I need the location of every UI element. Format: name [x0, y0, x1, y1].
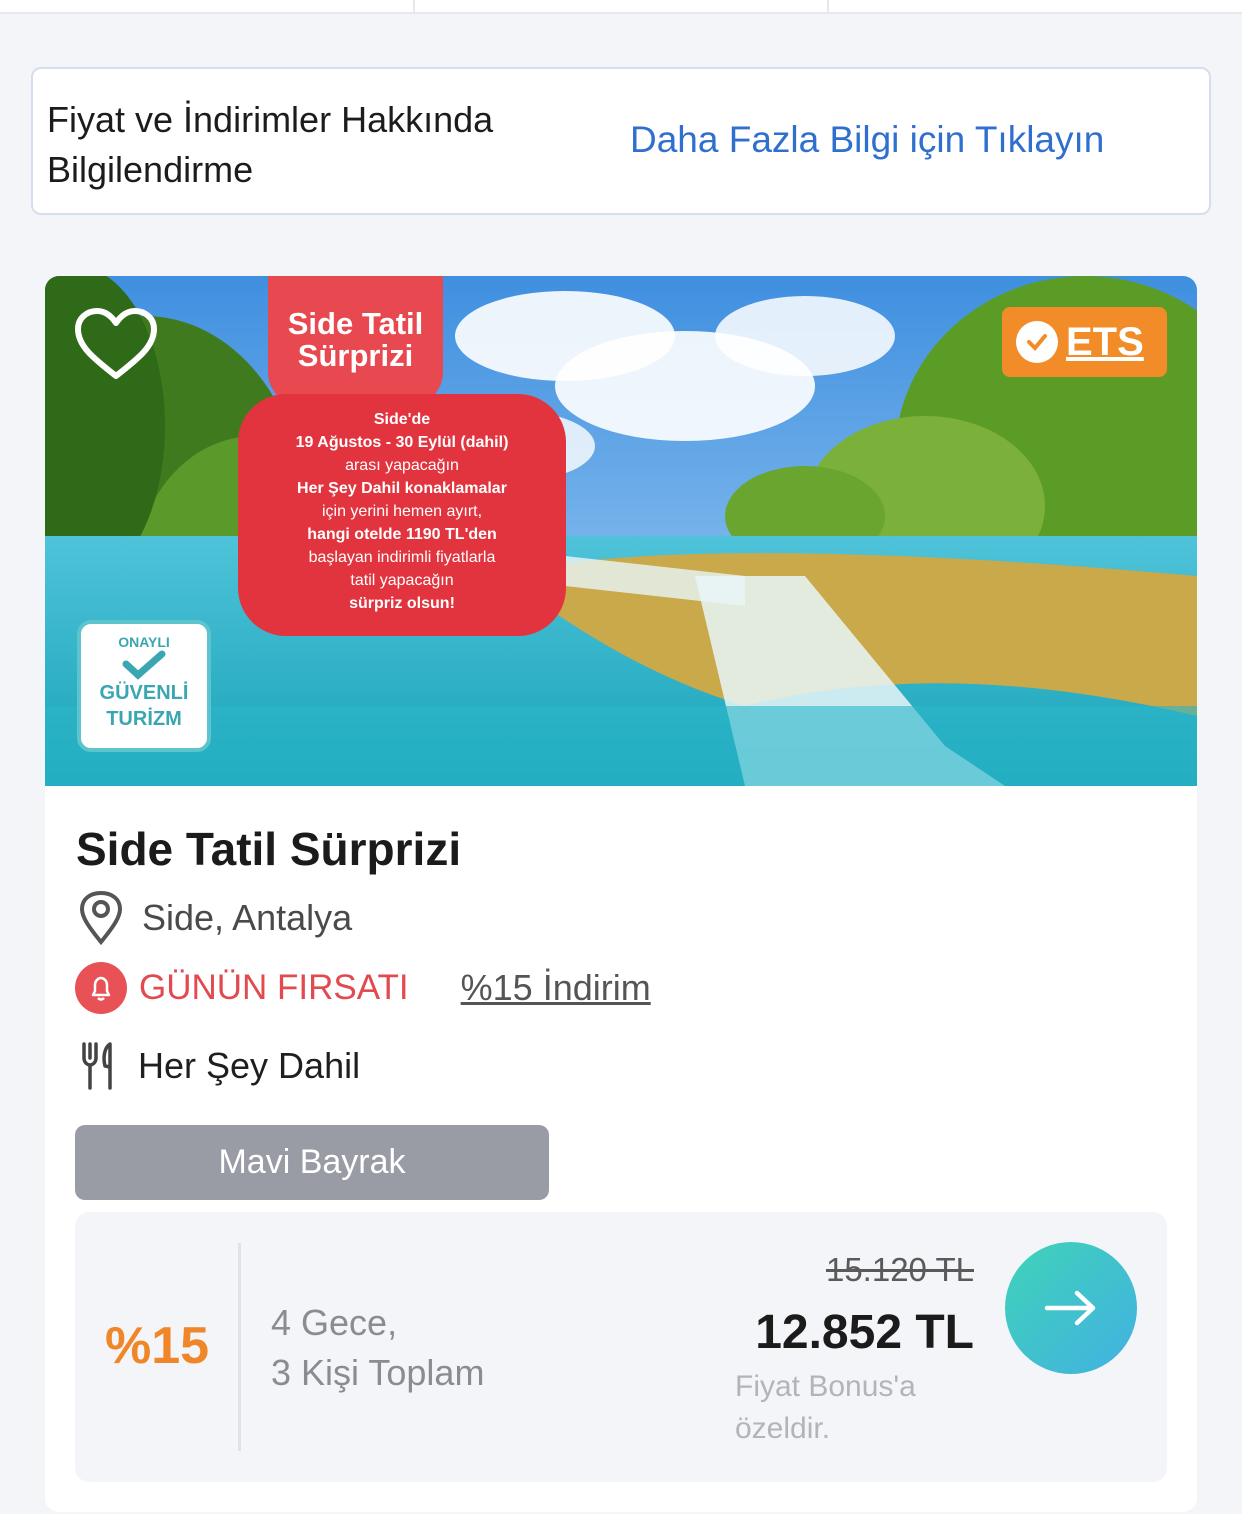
stay-info: 4 Gece, 3 Kişi Toplam: [271, 1298, 484, 1398]
top-tab-strip: [0, 0, 1242, 14]
old-price: 15.120 TL: [825, 1251, 974, 1288]
discount-link[interactable]: %15 İndirim: [461, 967, 651, 1009]
discount-percent: %15: [105, 1317, 210, 1375]
tour-title[interactable]: Side Tatil Sürprizi: [76, 822, 461, 876]
new-price: 12.852 TL: [755, 1306, 974, 1359]
safe-badge-line1: GÜVENLİ: [99, 682, 189, 704]
promo-line: Side'de: [373, 411, 431, 428]
bell-icon: [75, 962, 127, 1014]
board-type-text: Her Şey Dahil: [138, 1045, 361, 1086]
promo-line: arası yapacağın: [345, 457, 459, 474]
favorite-button[interactable]: [73, 306, 159, 382]
bonus-note: Fiyat Bonus'a özeldir.: [735, 1370, 916, 1445]
price-info-box: Fiyat ve İndirimler Hakkında Bilgilendir…: [31, 67, 1211, 215]
guests-text: 3 Kişi Toplam: [271, 1352, 485, 1393]
tour-card[interactable]: Side Tatil Sürprizi Side'de 19 Ağustos -…: [45, 276, 1197, 1512]
location-text: Side, Antalya: [142, 897, 353, 938]
promo-line: için yerini hemen ayırt,: [321, 503, 483, 520]
hero-image[interactable]: Side Tatil Sürprizi Side'de 19 Ağustos -…: [45, 276, 1197, 786]
promo-headline: Side Tatil Sürprizi: [268, 276, 443, 406]
promo-text-block: Side'de 19 Ağustos - 30 Eylül (dahil) ar…: [238, 394, 566, 636]
location-pin-icon: [79, 890, 123, 946]
board-type-row: Her Şey Dahil: [80, 1038, 360, 1094]
promo-line: sürpriz olsun!: [349, 595, 455, 612]
blue-flag-button[interactable]: Mavi Bayrak: [75, 1125, 549, 1200]
promo-line: tatil yapacağın: [350, 572, 454, 589]
check-icon: [122, 650, 166, 680]
promo-line: Her Şey Dahil konaklamalar: [297, 480, 507, 497]
location-row: Side, Antalya: [78, 890, 352, 946]
tab-divider: [413, 0, 415, 12]
price-divider: [238, 1243, 241, 1451]
deal-row: GÜNÜN FIRSATI %15 İndirim: [75, 960, 651, 1016]
more-info-link[interactable]: Daha Fazla Bilgi için Tıklayın: [630, 119, 1104, 161]
go-to-tour-button[interactable]: [1005, 1242, 1137, 1374]
price-panel: %15 4 Gece, 3 Kişi Toplam 15.120 TL 12.8…: [75, 1212, 1167, 1482]
nights-text: 4 Gece,: [271, 1302, 398, 1343]
price-info-title: Fiyat ve İndirimler Hakkında Bilgilendir…: [47, 99, 494, 190]
arrow-right-icon: [1044, 1290, 1096, 1326]
safe-badge-top: ONAYLI: [118, 634, 170, 650]
promo-line: 19 Ağustos - 30 Eylül (dahil): [295, 434, 509, 451]
ets-label: ETS: [1066, 319, 1144, 364]
deal-of-day-label: GÜNÜN FIRSATI: [139, 968, 409, 1007]
tab-divider: [827, 0, 829, 12]
heart-icon: [75, 308, 157, 379]
promo-line: hangi otelde 1190 TL'den: [307, 526, 497, 543]
safe-tourism-badge: ONAYLI GÜVENLİ TURİZM: [77, 620, 211, 752]
cutlery-icon: [82, 1042, 112, 1090]
ets-badge[interactable]: ETS: [1002, 307, 1167, 377]
safe-badge-line2: TURİZM: [106, 708, 182, 730]
promo-line: başlayan indirimli fiyatlarla: [308, 549, 496, 566]
check-icon: [1016, 321, 1058, 363]
